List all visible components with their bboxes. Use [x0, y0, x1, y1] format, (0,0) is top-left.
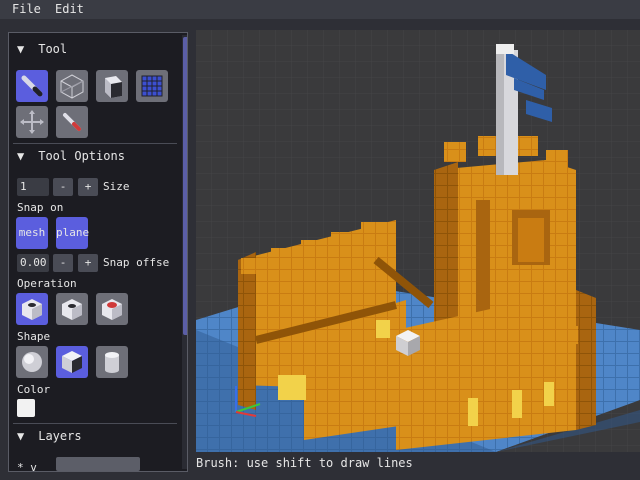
size-label: Size [103, 180, 130, 193]
menu-file[interactable]: File [12, 2, 41, 16]
layers-header-label: Layers [38, 429, 82, 443]
move-tool-button[interactable] [16, 106, 48, 138]
wireframe-select-tool-button[interactable] [56, 70, 88, 102]
add-voxel-icon [22, 299, 42, 320]
cube-icon [62, 351, 82, 373]
snap-offset-decrement-button[interactable]: - [53, 254, 73, 272]
collapse-triangle-icon: ▼ [17, 149, 25, 163]
shape-cylinder-button[interactable] [96, 346, 128, 378]
tool-section-header[interactable]: ▼ Tool [17, 42, 67, 56]
snap-mesh-button[interactable]: mesh [16, 217, 48, 249]
grid-tool-button[interactable] [136, 70, 168, 102]
voxel-castle-scene [196, 30, 640, 452]
operation-paint-button[interactable] [96, 293, 128, 325]
eyedropper-icon [63, 113, 81, 131]
extrude-shape-icon [105, 76, 122, 98]
separator [13, 143, 177, 144]
panel-scrollbar[interactable] [182, 35, 187, 469]
snap-offset-label: Snap offse [103, 256, 170, 269]
3d-viewport[interactable] [196, 30, 640, 452]
shape-label: Shape [17, 330, 51, 343]
color-label: Color [17, 383, 51, 396]
grid-icon [141, 75, 163, 97]
operation-add-button[interactable] [16, 293, 48, 325]
separator [13, 423, 177, 424]
snap-offset-input[interactable]: 0.00 [17, 254, 49, 272]
tool-panel: ▼ Tool ▼ Tool Options 1 - + Size Snap on… [8, 32, 188, 472]
paint-voxel-icon [102, 299, 122, 320]
status-bar-text: Brush: use shift to draw lines [196, 456, 413, 470]
tool-header-label: Tool [38, 42, 68, 56]
layer-row-marks[interactable]: * v [17, 461, 37, 471]
size-input[interactable]: 1 [17, 178, 49, 196]
extrude-tool-button[interactable] [96, 70, 128, 102]
collapse-triangle-icon: ▼ [17, 42, 25, 56]
eyedropper-tool-button[interactable] [56, 106, 88, 138]
remove-voxel-icon [62, 299, 82, 320]
sphere-icon [22, 352, 42, 372]
size-decrement-button[interactable]: - [53, 178, 73, 196]
menu-edit[interactable]: Edit [55, 2, 84, 16]
color-swatch[interactable] [17, 399, 35, 417]
tool-options-header-label: Tool Options [38, 149, 125, 163]
shape-cube-button[interactable] [56, 346, 88, 378]
size-increment-button[interactable]: + [78, 178, 98, 196]
move-arrows-icon [20, 110, 44, 134]
brush-tool-button[interactable] [16, 70, 48, 102]
layers-section-header[interactable]: ▼ Layers [17, 429, 82, 443]
collapse-triangle-icon: ▼ [17, 429, 25, 443]
scrollbar-thumb[interactable] [183, 37, 187, 335]
layer-name-field[interactable] [56, 457, 140, 471]
wireframe-cube-icon [60, 74, 84, 99]
brush-icon [21, 75, 43, 97]
operation-label: Operation [17, 277, 77, 290]
tool-options-section-header[interactable]: ▼ Tool Options [17, 149, 125, 163]
operation-remove-button[interactable] [56, 293, 88, 325]
snap-on-label: Snap on [17, 201, 64, 214]
cylinder-icon [105, 352, 119, 373]
snap-offset-increment-button[interactable]: + [78, 254, 98, 272]
snap-plane-button[interactable]: plane [56, 217, 89, 249]
shape-sphere-button[interactable] [16, 346, 48, 378]
menu-bar: File Edit [0, 0, 640, 19]
